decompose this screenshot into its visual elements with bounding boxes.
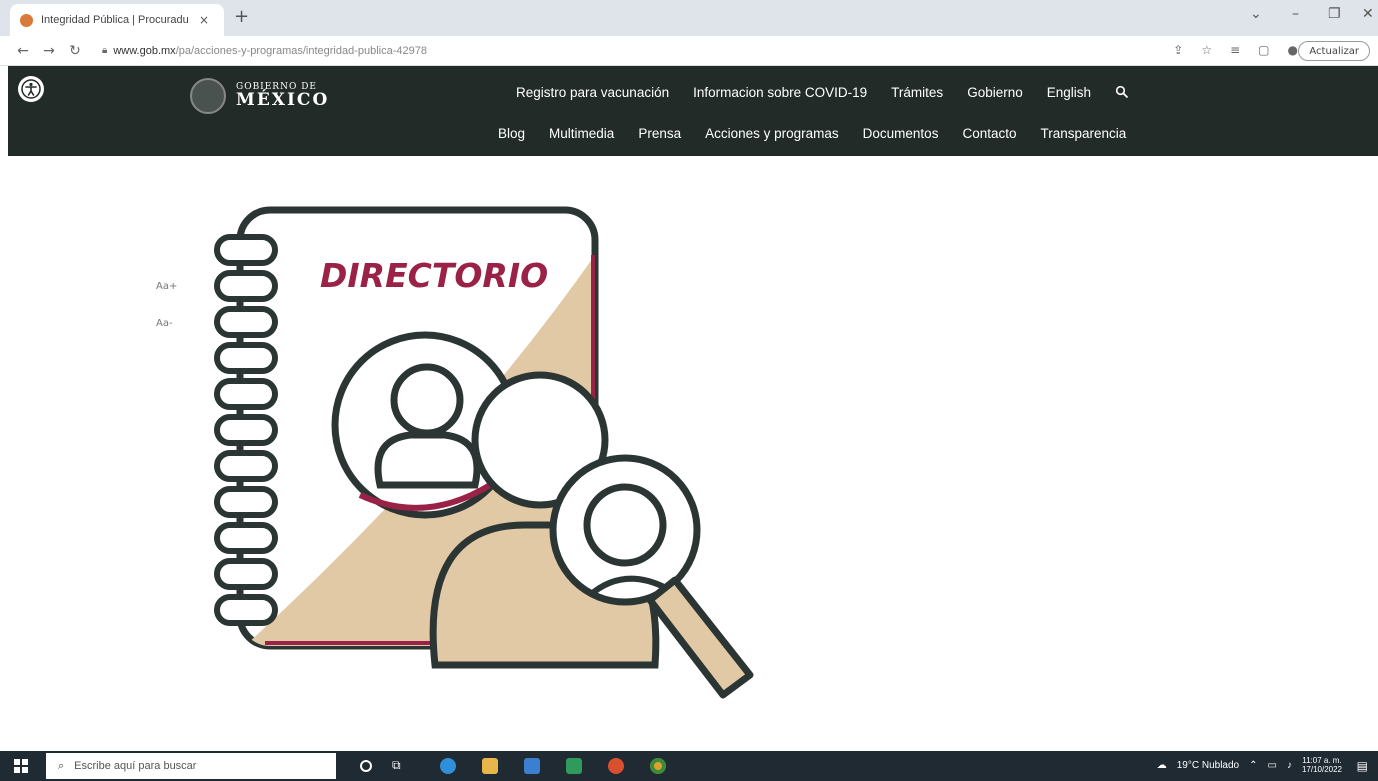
tab-strip: Integridad Pública | Procuradu × + ⌄ – ❐… (0, 0, 1378, 36)
nav-prensa[interactable]: Prensa (638, 126, 681, 141)
edge-browser-icon[interactable] (440, 758, 456, 774)
volume-icon[interactable]: ♪ (1287, 760, 1292, 771)
back-button[interactable]: ← (10, 43, 36, 59)
national-seal-icon (190, 78, 226, 114)
office-icon[interactable] (608, 758, 624, 774)
directorio-illustration: DIRECTORIO (214, 206, 754, 699)
person-body-icon (374, 431, 481, 489)
new-tab-button[interactable]: + (234, 6, 249, 27)
search-icon[interactable] (1115, 85, 1129, 103)
tab-title: Integridad Pública | Procuradu (41, 14, 189, 26)
weather-cloud-icon[interactable]: ☁ (1157, 760, 1167, 771)
close-window-button[interactable]: ✕ (1362, 6, 1374, 22)
nav-transparencia[interactable]: Transparencia (1041, 126, 1127, 141)
nav-blog[interactable]: Blog (498, 126, 525, 141)
address-bar-icons: ⇪ ☆ ≡ ▢ ● (1173, 43, 1298, 57)
accessibility-icon[interactable] (18, 76, 44, 102)
weather-text[interactable]: 19°C Nublado (1177, 760, 1239, 771)
nav-multimedia[interactable]: Multimedia (549, 126, 614, 141)
font-decrease-button[interactable]: Aa- (156, 318, 173, 329)
file-explorer-icon[interactable] (482, 758, 498, 774)
nav-documentos[interactable]: Documentos (863, 126, 939, 141)
lock-icon[interactable]: 🔒︎ (102, 45, 107, 56)
windows-taskbar: ⌕ Escribe aquí para buscar ⧉ ☁ 19°C Nubl… (0, 751, 1378, 781)
profile-icon[interactable]: ● (1288, 43, 1298, 57)
tray-chevron-up-icon[interactable]: ⌃ (1249, 760, 1257, 771)
nav-contacto[interactable]: Contacto (962, 126, 1016, 141)
nav-gobierno[interactable]: Gobierno (967, 85, 1023, 103)
gobierno-logo[interactable]: GOBIERNO DE MÉXICO (190, 78, 329, 114)
url-host: www.gob.mx (113, 44, 176, 57)
browser-tab[interactable]: Integridad Pública | Procuradu × (10, 4, 224, 36)
logo-line2: MÉXICO (236, 90, 330, 110)
mail-icon[interactable] (524, 758, 540, 774)
main-nav-row2: Blog Multimedia Prensa Acciones y progra… (498, 126, 1126, 141)
nav-registro-vacunacion[interactable]: Registro para vacunación (516, 85, 669, 103)
update-button[interactable]: Actualizar (1298, 41, 1370, 61)
directorio-title: DIRECTORIO (320, 256, 548, 295)
taskbar-search-placeholder: Escribe aquí para buscar (74, 760, 197, 772)
notification-icon[interactable]: ▤ (1357, 759, 1368, 773)
cortana-icon[interactable] (360, 760, 372, 772)
forward-button[interactable]: → (36, 43, 62, 59)
chevron-down-icon[interactable]: ⌄ (1250, 6, 1262, 22)
person-head-icon (390, 363, 464, 437)
address-bar: ← → ↻ 🔒︎ www.gob.mx/pa/acciones-y-progra… (0, 36, 1378, 66)
browser-window: Integridad Pública | Procuradu × + ⌄ – ❐… (0, 0, 1378, 781)
restore-button[interactable]: ❐ (1328, 6, 1341, 22)
reading-list-icon[interactable]: ≡ (1230, 43, 1240, 57)
font-increase-button[interactable]: Aa+ (156, 281, 177, 292)
system-tray: ☁ 19°C Nublado ⌃ ▭ ♪ 11:07 a. m. 17/10/2… (1157, 756, 1342, 775)
reload-button[interactable]: ↻ (62, 43, 88, 59)
magnifier-handle (646, 576, 754, 699)
tab-close-button[interactable]: × (199, 13, 209, 27)
site-header: GOBIERNO DE MÉXICO Registro para vacunac… (8, 66, 1378, 156)
nav-english[interactable]: English (1047, 85, 1091, 103)
task-view-icon[interactable]: ⧉ (392, 758, 408, 774)
taskbar-search-icon: ⌕ (58, 759, 65, 772)
excel-icon[interactable] (566, 758, 582, 774)
magnifier-inner-head (583, 483, 667, 567)
share-icon[interactable]: ⇪ (1173, 43, 1183, 57)
taskbar-clock[interactable]: 11:07 a. m. 17/10/2022 (1301, 756, 1342, 775)
minimize-button[interactable]: – (1292, 6, 1299, 22)
side-panel-icon[interactable]: ▢ (1258, 43, 1269, 57)
bookmark-star-icon[interactable]: ☆ (1201, 43, 1212, 57)
nav-acciones-programas[interactable]: Acciones y programas (705, 126, 839, 141)
logo-text: GOBIERNO DE MÉXICO (236, 83, 329, 109)
nav-covid-info[interactable]: Informacion sobre COVID-19 (693, 85, 867, 103)
main-nav-row1: Registro para vacunación Informacion sob… (516, 85, 1129, 103)
windows-start-icon[interactable] (14, 759, 28, 773)
url-path: /pa/acciones-y-programas/integridad-publ… (175, 44, 427, 57)
nav-tramites[interactable]: Trámites (891, 85, 943, 103)
site-favicon-icon (20, 13, 33, 27)
spiral-binding (214, 234, 278, 626)
url-field[interactable]: www.gob.mx/pa/acciones-y-programas/integ… (113, 45, 427, 57)
chrome-icon[interactable] (650, 758, 666, 774)
taskbar-search-input[interactable]: ⌕ Escribe aquí para buscar (46, 753, 336, 779)
clock-date: 17/10/2022 (1301, 764, 1342, 774)
network-icon[interactable]: ▭ (1268, 760, 1277, 771)
